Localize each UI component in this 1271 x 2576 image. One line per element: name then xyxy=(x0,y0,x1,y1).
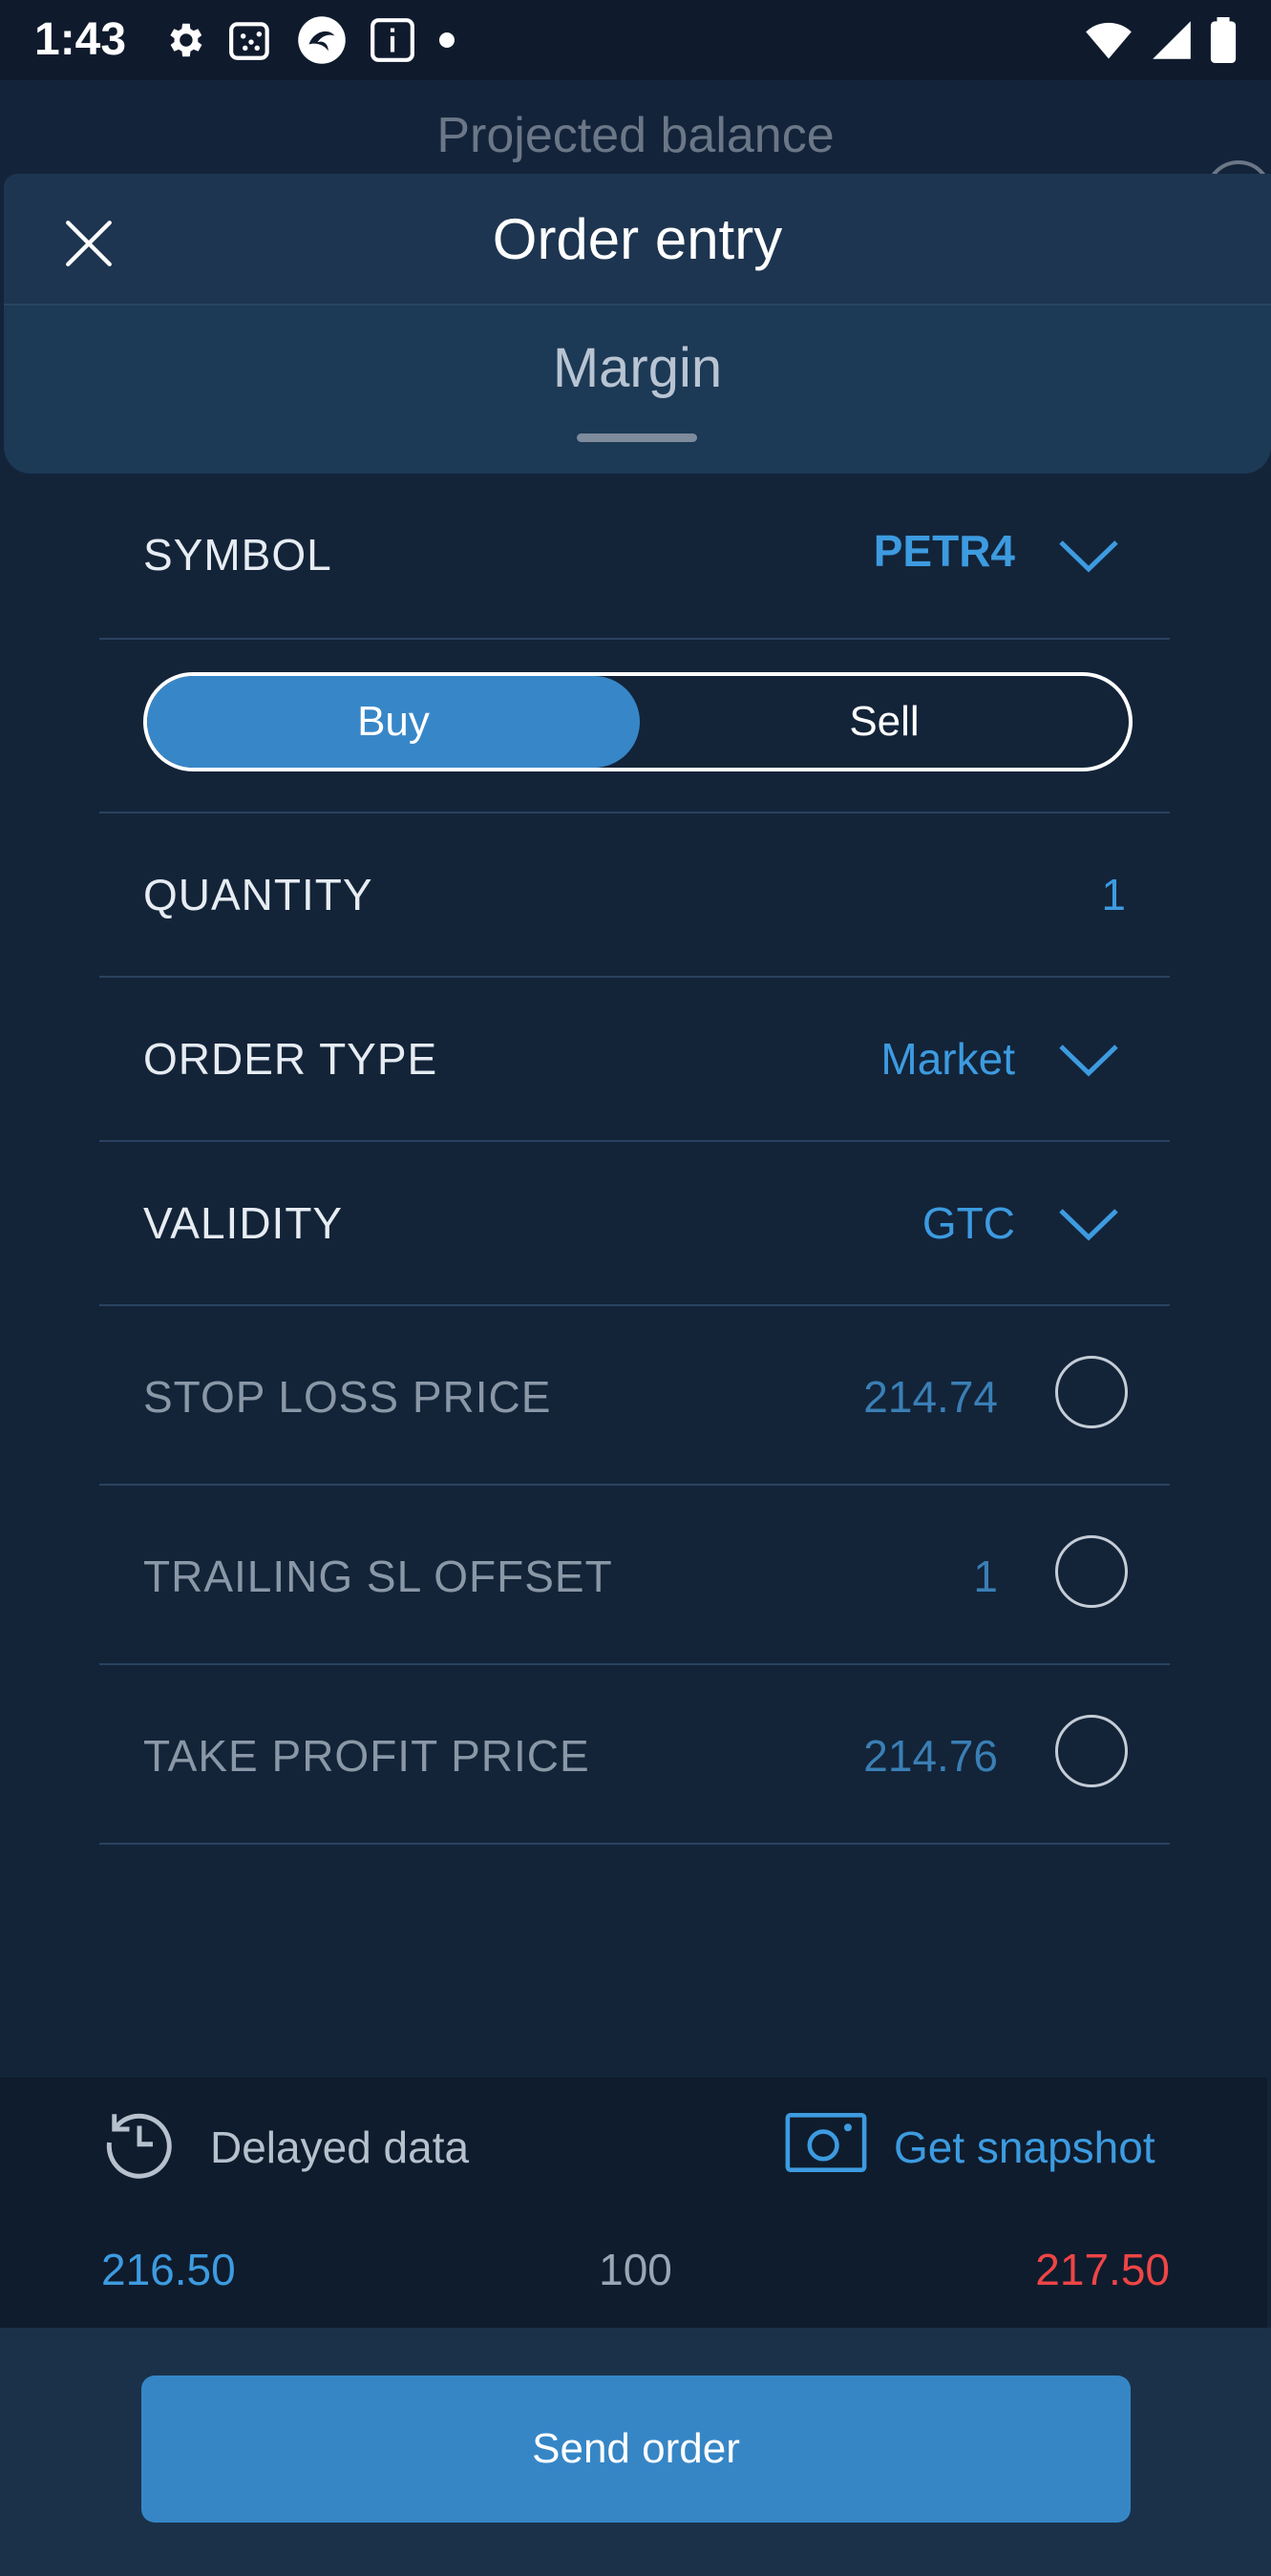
trailing-sl-row: TRAILING SL OFFSET 1 xyxy=(99,1486,1170,1665)
take-profit-row: TAKE PROFIT PRICE 214.76 xyxy=(99,1665,1170,1845)
buy-sell-toggle[interactable]: Buy Sell xyxy=(143,672,1133,771)
take-profit-radio[interactable] xyxy=(1055,1715,1128,1787)
stop-loss-row: STOP LOSS PRICE 214.74 xyxy=(99,1306,1170,1486)
quantity-row[interactable]: QUANTITY 1 xyxy=(99,813,1170,978)
camera-icon[interactable] xyxy=(785,2112,867,2173)
cellular-signal-icon xyxy=(1153,21,1191,59)
status-bar: 1:43 xyxy=(0,0,1271,80)
status-time: 1:43 xyxy=(34,14,127,65)
trailing-sl-label: TRAILING SL OFFSET xyxy=(143,1552,613,1601)
order-type-value[interactable]: Market xyxy=(880,1033,1015,1085)
chevron-down-icon[interactable] xyxy=(1057,1041,1120,1079)
sparkle-grid-icon xyxy=(229,22,269,60)
buy-button[interactable]: Buy xyxy=(147,676,640,768)
take-profit-label: TAKE PROFIT PRICE xyxy=(143,1731,590,1781)
validity-label: VALIDITY xyxy=(143,1198,344,1248)
tab-margin[interactable]: Margin xyxy=(4,336,1271,400)
symbol-row[interactable]: SYMBOL PETR4 xyxy=(99,472,1170,640)
delayed-data-label: Delayed data xyxy=(210,2122,470,2172)
status-icons-left xyxy=(162,13,456,67)
settings-gear-icon xyxy=(170,23,202,57)
sheet-header: Order entry xyxy=(4,174,1271,306)
notification-dot-icon xyxy=(439,32,455,48)
stop-loss-label: STOP LOSS PRICE xyxy=(143,1372,552,1422)
info-box-icon xyxy=(371,18,414,62)
stop-loss-input[interactable]: 214.74 xyxy=(863,1371,998,1423)
validity-value[interactable]: GTC xyxy=(922,1197,1015,1249)
wifi-icon xyxy=(1086,22,1132,59)
order-type-row[interactable]: ORDER TYPE Market xyxy=(99,978,1170,1142)
background-screen-title: Projected balance xyxy=(436,108,835,163)
send-order-button[interactable]: Send order xyxy=(141,2375,1131,2523)
symbol-label: SYMBOL xyxy=(143,530,332,580)
tab-indicator xyxy=(577,433,697,442)
chevron-down-icon[interactable] xyxy=(1057,537,1120,575)
quantity-input[interactable]: 1 xyxy=(1101,869,1126,920)
symbol-value[interactable]: PETR4 xyxy=(874,525,1015,577)
ask-price: 217.50 xyxy=(1035,2245,1170,2294)
history-clock-icon xyxy=(106,2113,172,2179)
get-snapshot-button[interactable]: Get snapshot xyxy=(894,2122,1155,2173)
sheet-title: Order entry xyxy=(492,207,783,271)
status-icons-right xyxy=(1084,13,1237,67)
stop-loss-radio[interactable] xyxy=(1055,1356,1128,1428)
chevron-down-icon[interactable] xyxy=(1057,1205,1120,1243)
quantity-label: QUANTITY xyxy=(143,870,373,919)
account-type-tab[interactable]: Margin xyxy=(4,306,1271,474)
take-profit-input[interactable]: 214.76 xyxy=(863,1730,998,1782)
trailing-sl-radio[interactable] xyxy=(1055,1535,1128,1608)
sell-button[interactable]: Sell xyxy=(640,676,1129,768)
validity-row[interactable]: VALIDITY GTC xyxy=(99,1142,1170,1306)
app-swirl-icon xyxy=(298,16,346,64)
order-type-label: ORDER TYPE xyxy=(143,1034,438,1084)
trailing-sl-input[interactable]: 1 xyxy=(973,1551,998,1602)
battery-icon xyxy=(1210,17,1237,63)
side-row: Buy Sell xyxy=(99,640,1170,813)
